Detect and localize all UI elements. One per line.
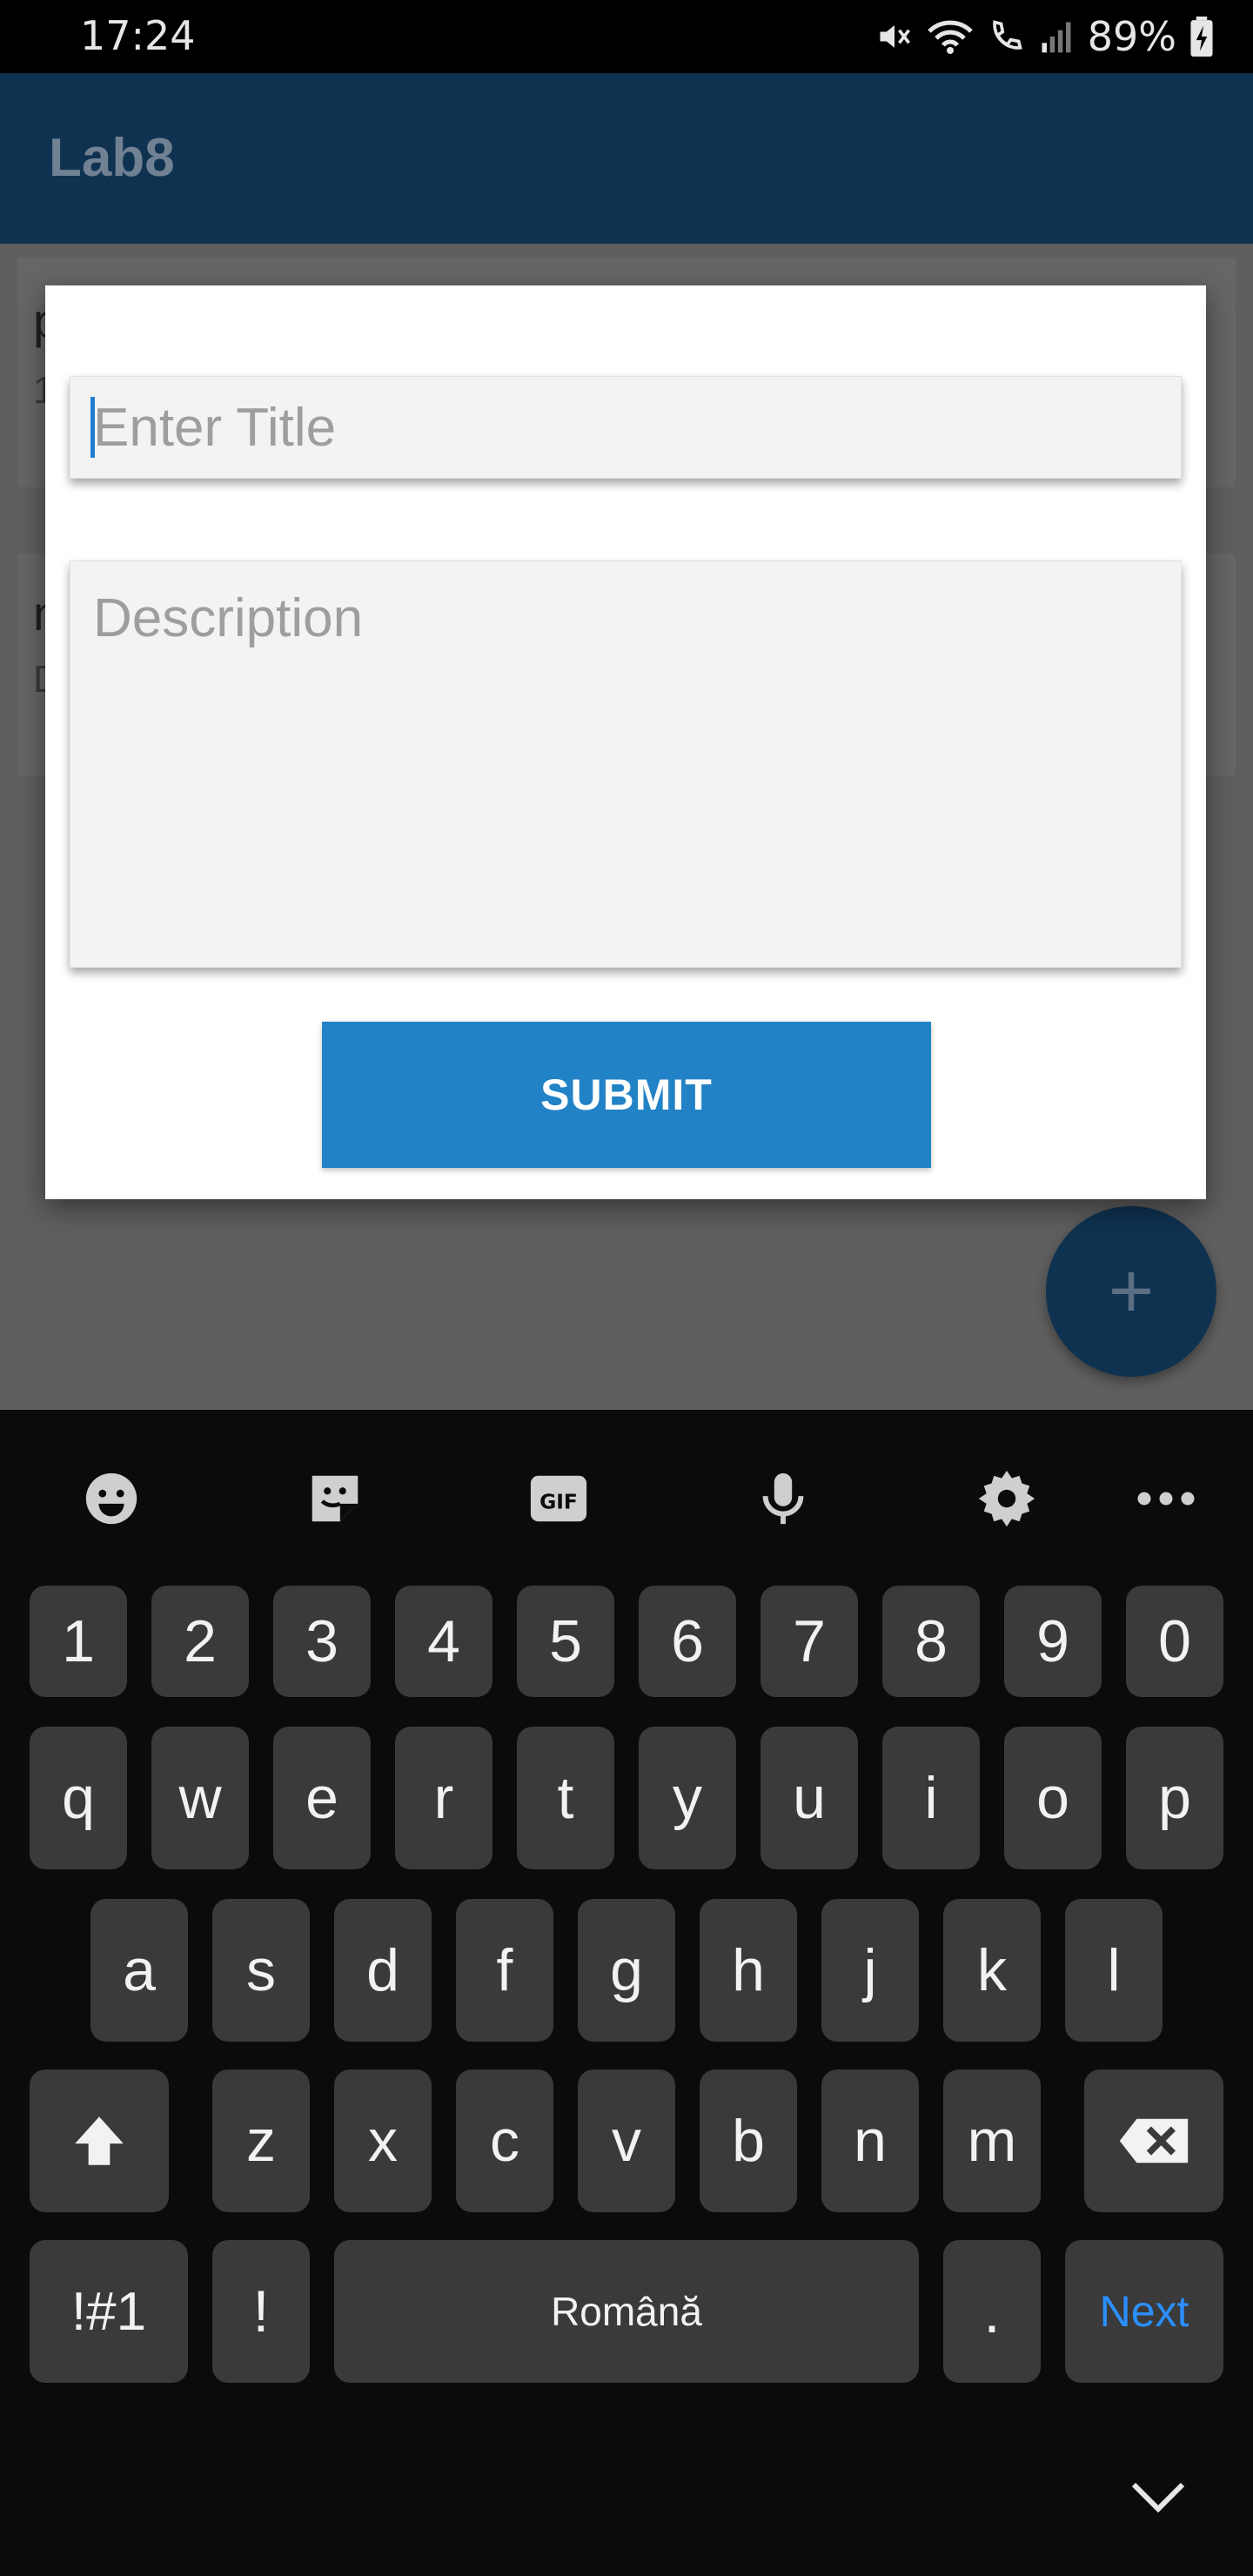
battery-percent: 89% xyxy=(1087,13,1176,60)
key-t[interactable]: t xyxy=(517,1727,614,1869)
key-y[interactable]: y xyxy=(639,1727,736,1869)
key-0[interactable]: 0 xyxy=(1126,1586,1223,1697)
key-8[interactable]: 8 xyxy=(882,1586,980,1697)
key-a[interactable]: a xyxy=(90,1899,188,2042)
key-e[interactable]: e xyxy=(273,1727,371,1869)
submit-button[interactable]: SUBMIT xyxy=(322,1022,931,1168)
key-o[interactable]: o xyxy=(1004,1727,1102,1869)
signal-icon xyxy=(1037,17,1075,56)
exclamation-key[interactable]: ! xyxy=(212,2240,310,2383)
key-x[interactable]: x xyxy=(334,2070,432,2212)
next-key[interactable]: Next xyxy=(1065,2240,1223,2383)
key-z[interactable]: z xyxy=(212,2070,310,2212)
key-g[interactable]: g xyxy=(578,1899,675,2042)
key-l[interactable]: l xyxy=(1065,1899,1163,2042)
key-9[interactable]: 9 xyxy=(1004,1586,1102,1697)
key-v[interactable]: v xyxy=(578,2070,675,2212)
period-key[interactable]: . xyxy=(943,2240,1041,2383)
battery-icon xyxy=(1189,17,1215,57)
key-3[interactable]: 3 xyxy=(273,1586,371,1697)
hide-keyboard-chevron-down-icon[interactable] xyxy=(1128,2475,1189,2519)
key-h[interactable]: h xyxy=(700,1899,797,2042)
backspace-icon xyxy=(1119,2118,1189,2163)
key-s[interactable]: s xyxy=(212,1899,310,2042)
key-r[interactable]: r xyxy=(395,1727,492,1869)
status-bar: 17:24 89% xyxy=(0,0,1253,73)
status-icons: 89% xyxy=(875,10,1215,63)
more-icon[interactable] xyxy=(1131,1464,1201,1533)
key-7[interactable]: 7 xyxy=(761,1586,858,1697)
backspace-key[interactable] xyxy=(1084,2070,1223,2212)
symbols-key[interactable]: !#1 xyxy=(30,2240,188,2383)
title-input[interactable] xyxy=(70,377,1181,478)
key-f[interactable]: f xyxy=(456,1899,553,2042)
microphone-icon[interactable] xyxy=(748,1464,818,1533)
shift-key[interactable] xyxy=(30,2070,169,2212)
settings-icon[interactable] xyxy=(972,1464,1042,1533)
key-b[interactable]: b xyxy=(700,2070,797,2212)
key-i[interactable]: i xyxy=(882,1727,980,1869)
add-item-dialog: SUBMIT xyxy=(45,285,1206,1199)
wifi-icon xyxy=(926,17,975,56)
key-d[interactable]: d xyxy=(334,1899,432,2042)
key-k[interactable]: k xyxy=(943,1899,1041,2042)
description-input[interactable] xyxy=(70,561,1181,967)
gif-icon[interactable]: GIF xyxy=(524,1464,593,1533)
key-2[interactable]: 2 xyxy=(151,1586,249,1697)
key-5[interactable]: 5 xyxy=(517,1586,614,1697)
app-title: Lab8 xyxy=(49,128,175,188)
status-time: 17:24 xyxy=(80,12,196,59)
call-icon xyxy=(987,17,1025,56)
mute-icon xyxy=(875,17,914,56)
emoji-icon[interactable] xyxy=(77,1464,146,1533)
key-n[interactable]: n xyxy=(821,2070,919,2212)
title-field-container xyxy=(70,376,1182,479)
keyboard-toolbar: GIF xyxy=(0,1410,1253,1584)
key-1[interactable]: 1 xyxy=(30,1586,127,1697)
app-bar: Lab8 xyxy=(0,73,1253,244)
key-w[interactable]: w xyxy=(151,1727,249,1869)
soft-keyboard: GIF 1 2 3 4 5 6 7 8 9 0 q w e r t y u i … xyxy=(0,1410,1253,2576)
sticker-icon[interactable] xyxy=(300,1464,370,1533)
description-field-container xyxy=(70,560,1182,968)
space-key[interactable]: Română xyxy=(334,2240,919,2383)
key-q[interactable]: q xyxy=(30,1727,127,1869)
key-6[interactable]: 6 xyxy=(639,1586,736,1697)
text-cursor xyxy=(90,397,95,458)
shift-icon xyxy=(75,2116,124,2165)
key-c[interactable]: c xyxy=(456,2070,553,2212)
key-4[interactable]: 4 xyxy=(395,1586,492,1697)
add-fab-button[interactable]: + xyxy=(1046,1206,1216,1377)
key-j[interactable]: j xyxy=(821,1899,919,2042)
key-p[interactable]: p xyxy=(1126,1727,1223,1869)
key-u[interactable]: u xyxy=(761,1727,858,1869)
gif-label: GIF xyxy=(539,1490,578,1514)
plus-icon: + xyxy=(1108,1247,1155,1335)
key-m[interactable]: m xyxy=(943,2070,1041,2212)
